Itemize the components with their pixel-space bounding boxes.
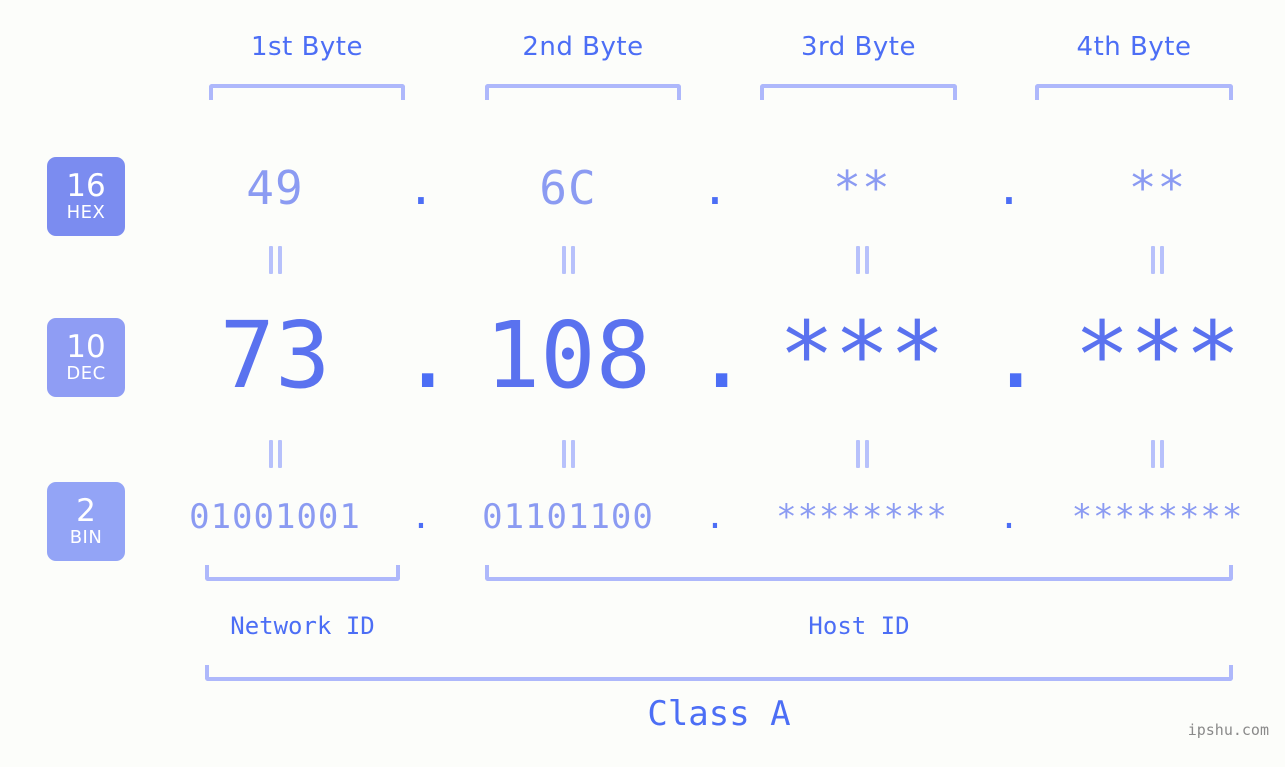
hex-value-row: 49 . 6C . ** . **: [150, 152, 1285, 224]
hex-separator-3: .: [995, 161, 1023, 215]
byte-bracket-2: [485, 84, 681, 100]
hex-byte-2: 6C: [539, 161, 597, 215]
dec-byte-1: 73: [219, 301, 331, 409]
radix-badge-dec: 10 DEC: [47, 318, 125, 397]
equality-marker-8: [1030, 439, 1285, 469]
radix-badge-hex-number: 16: [66, 168, 106, 205]
hex-byte-1: 49: [246, 161, 304, 215]
byte-header-2: 2nd Byte: [522, 32, 644, 62]
equality-marker-2: [442, 245, 694, 275]
equality-marker-7: [736, 439, 988, 469]
hex-separator-1: .: [407, 161, 435, 215]
bin-byte-3: ********: [776, 497, 948, 537]
radix-badge-bin: 2 BIN: [47, 482, 125, 561]
class-bracket: [205, 665, 1233, 681]
class-label: Class A: [647, 694, 791, 734]
dec-separator-2: .: [694, 301, 750, 409]
equality-marker-4: [1030, 245, 1285, 275]
equality-row-dec-bin: [150, 438, 1285, 470]
equality-marker-3: [736, 245, 988, 275]
radix-badge-dec-number: 10: [66, 329, 106, 366]
radix-badge-hex-unit: HEX: [66, 201, 106, 223]
dec-separator-1: .: [400, 301, 456, 409]
radix-badge-dec-unit: DEC: [66, 362, 106, 384]
bin-separator-1: .: [410, 497, 432, 537]
watermark: ipshu.com: [1187, 721, 1269, 739]
radix-badge-bin-unit: BIN: [69, 526, 103, 548]
radix-badge-bin-number: 2: [76, 493, 96, 530]
host-id-bracket: [485, 565, 1233, 581]
byte-header-3: 3rd Byte: [801, 32, 916, 62]
hex-separator-2: .: [701, 161, 729, 215]
dec-value-row: 73 . 108 . *** . ***: [150, 300, 1285, 410]
bin-byte-1: 01001001: [189, 497, 361, 537]
byte-header-1: 1st Byte: [251, 32, 363, 62]
equality-row-hex-dec: [150, 244, 1285, 276]
bin-byte-2: 01101100: [482, 497, 654, 537]
hex-byte-4: **: [1128, 161, 1187, 215]
dec-separator-3: .: [988, 301, 1044, 409]
equality-marker-6: [442, 439, 694, 469]
network-id-label: Network ID: [230, 612, 375, 640]
bin-separator-3: .: [998, 497, 1020, 537]
byte-header-4: 4th Byte: [1076, 32, 1192, 62]
equality-marker-5: [150, 439, 400, 469]
host-id-label: Host ID: [808, 612, 910, 640]
dec-byte-3: ***: [778, 301, 946, 409]
ip-address-breakdown-diagram: 1st Byte 2nd Byte 3rd Byte 4th Byte 16 H…: [0, 0, 1285, 767]
hex-byte-3: **: [833, 161, 891, 215]
dec-byte-4: ***: [1074, 301, 1241, 409]
network-id-bracket: [205, 565, 400, 581]
byte-bracket-1: [209, 84, 405, 100]
bin-value-row: 01001001 . 01101100 . ******** . *******…: [150, 487, 1285, 547]
byte-bracket-4: [1035, 84, 1233, 100]
radix-badge-hex: 16 HEX: [47, 157, 125, 236]
bin-separator-2: .: [704, 497, 726, 537]
dec-byte-2: 108: [484, 301, 652, 409]
bin-byte-4: ********: [1071, 497, 1244, 537]
equality-marker-1: [150, 245, 400, 275]
byte-bracket-3: [760, 84, 957, 100]
